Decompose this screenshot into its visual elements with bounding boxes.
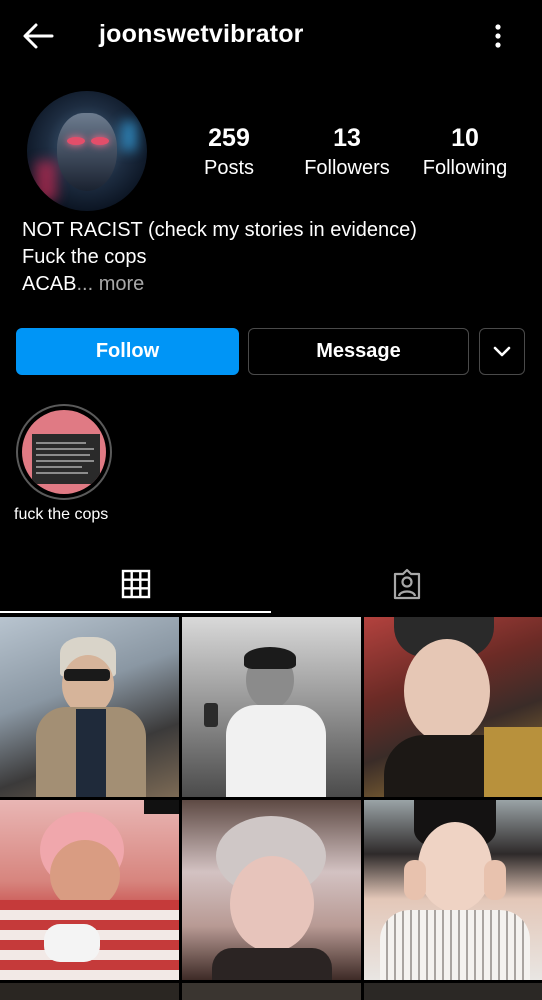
post-thumbnail[interactable] [182,800,361,980]
post-thumbnail[interactable] [0,800,179,980]
avatar-glow [35,161,57,201]
suggested-dropdown-button[interactable] [479,328,525,375]
avatar[interactable] [27,91,147,211]
back-arrow-icon[interactable] [20,20,56,52]
highlight-text-line [36,442,86,444]
bio-more-link[interactable]: ... more [76,273,144,295]
post-image-detail [226,705,326,797]
profile-username: joonswetvibrator [99,20,304,48]
following-count: 10 [451,124,479,152]
tab-posts-grid[interactable] [0,558,271,610]
highlight-cover [22,410,106,494]
chevron-down-icon [493,346,511,356]
posts-label: Posts [203,157,255,179]
post-thumbnail[interactable] [182,983,361,1000]
post-image-detail [404,860,426,900]
post-thumbnail[interactable] [364,617,542,797]
avatar-eye [91,137,109,145]
bio-line: ACAB [22,273,77,295]
post-thumbnail[interactable] [364,983,542,1000]
posts-count: 259 [208,124,250,152]
follow-button[interactable]: Follow [16,328,239,375]
post-image-detail [204,703,218,727]
vertical-ellipsis-icon[interactable] [486,22,510,50]
message-button[interactable]: Message [248,328,469,375]
bio-line: NOT RACIST (check my stories in evidence… [22,219,417,241]
highlight-label: fuck the cops [14,506,109,523]
stat-followers[interactable]: 13 Followers [300,124,394,180]
stat-posts[interactable]: 259 Posts [190,124,268,180]
post-image-detail [244,647,296,669]
post-image-detail [484,860,506,900]
avatar-glow [121,121,137,151]
avatar-eye [67,137,85,145]
post-thumbnail[interactable] [182,617,361,797]
story-highlight[interactable] [16,404,112,500]
followers-label: Followers [304,157,390,179]
post-image-detail [44,924,100,962]
post-image-detail [404,639,490,743]
followers-count: 13 [333,124,361,152]
highlight-text-line [36,472,88,474]
stat-following[interactable]: 10 Following [418,124,512,180]
post-image-detail [144,800,179,814]
bio-line: Fuck the cops [22,246,147,268]
tagged-person-icon [393,568,420,600]
post-image-detail [484,727,542,797]
post-image-detail [230,856,314,952]
top-bar: joonswetvibrator [0,0,542,72]
highlight-text-line [36,448,94,450]
post-image-detail [212,948,332,980]
highlight-text-line [36,454,90,456]
highlight-text-line [36,460,94,462]
post-image-detail [418,822,492,912]
post-thumbnail[interactable] [0,617,179,797]
active-tab-indicator [0,611,271,613]
following-label: Following [422,157,508,179]
post-thumbnail[interactable] [0,983,179,1000]
tab-tagged[interactable] [271,558,542,610]
bio-line-last: ACAB... more [22,271,417,298]
post-image-detail [380,910,530,980]
bio: NOT RACIST (check my stories in evidence… [22,217,417,298]
post-image-detail [64,669,110,681]
avatar-mask-figure [57,113,117,191]
post-image-detail [62,655,114,715]
post-thumbnail[interactable] [364,800,542,980]
post-image-detail [76,709,106,797]
highlight-text-line [36,466,82,468]
grid-icon [121,569,150,599]
